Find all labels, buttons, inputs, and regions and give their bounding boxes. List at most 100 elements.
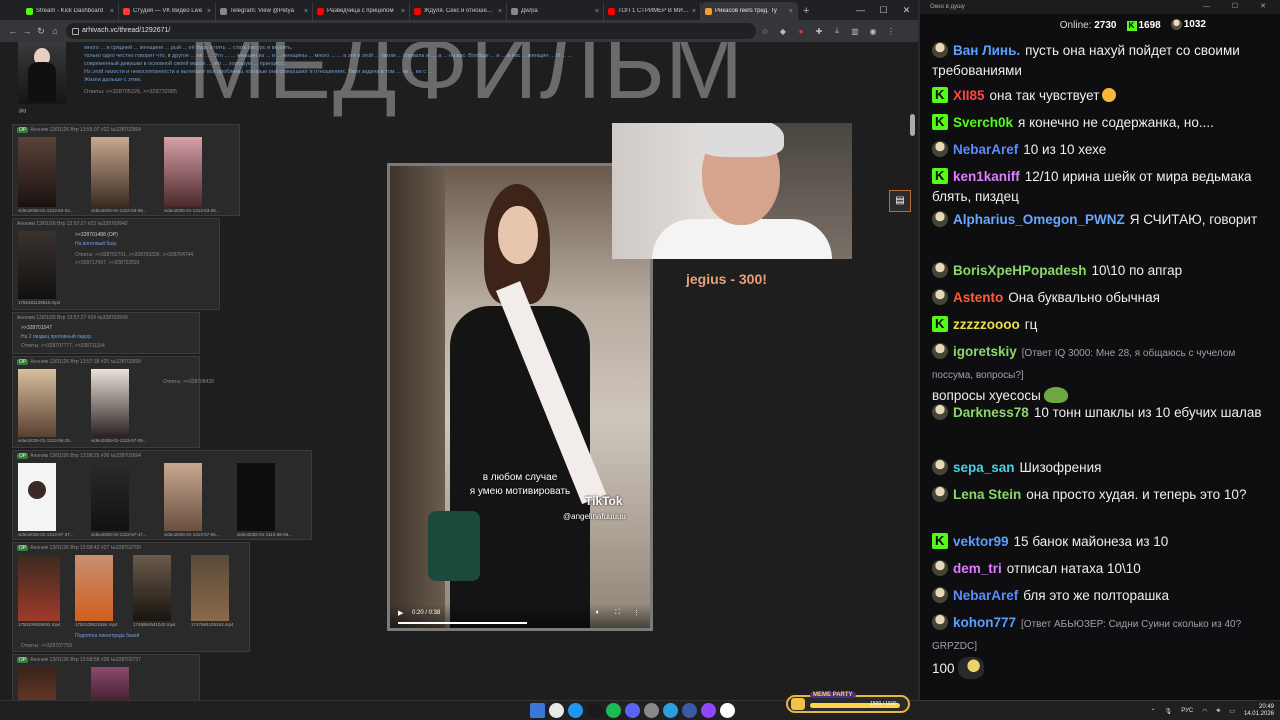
close-button[interactable]: ✕ — [895, 0, 918, 20]
maximize-button[interactable]: ☐ — [872, 0, 895, 20]
browser-tab[interactable]: Ждуля. Секс и отношения × — [410, 2, 507, 20]
file-name[interactable]: video2026-01-1313-57-47... — [91, 532, 147, 537]
tab-close-icon[interactable]: × — [595, 8, 599, 15]
post-quote-link[interactable]: >>328701547 — [21, 325, 52, 331]
taskbar-app-icon[interactable] — [587, 703, 602, 718]
post-quote-link[interactable]: >>328701488 (OP) — [75, 232, 118, 238]
file-name[interactable]: video2026-01-1313-53-08... — [91, 208, 147, 213]
chat-username[interactable]: Astento — [953, 290, 1003, 305]
post-replies[interactable]: Ответы: >>328707759 — [21, 643, 72, 649]
chat-username[interactable]: NebarAref — [953, 142, 1018, 157]
video-thumbnail[interactable]: video2026-01-1313-53-08... — [91, 137, 147, 213]
play-icon[interactable]: ▶ — [398, 609, 403, 617]
video-thumbnail[interactable]: video2026-01-1313-56-25... — [18, 369, 74, 443]
file-name[interactable]: 1750109521884.mp4 — [75, 622, 118, 627]
tab-close-icon[interactable]: × — [401, 8, 405, 15]
volume-icon[interactable]: 🔈︎ — [596, 609, 600, 617]
start-button-icon[interactable] — [530, 703, 545, 718]
chat-username[interactable]: dem_tri — [953, 561, 1002, 576]
file-name[interactable]: video2026-01-1313-53-26... — [164, 208, 220, 213]
browser-tab[interactable]: Студия — VK Видео Live × — [119, 2, 216, 20]
tray-chevron-icon[interactable]: ⌃ — [1151, 708, 1156, 715]
video-thumbnail[interactable]: 1750109521884.mp4 — [75, 555, 118, 627]
fullscreen-icon[interactable]: ⛶ — [615, 609, 620, 617]
menu-icon[interactable]: ⋮ — [882, 27, 900, 36]
chat-username[interactable]: BorisXpeHPopadesh — [953, 263, 1087, 278]
video-thumbnail[interactable]: video2026-01-1313-57-55... — [164, 463, 220, 537]
chat-username[interactable]: NebarAref — [953, 588, 1018, 603]
extension-icon[interactable]: ◆ — [774, 27, 792, 36]
video-thumbnail[interactable]: video2026-01-1113-58-08... — [237, 463, 292, 537]
language-indicator[interactable]: РУС — [1181, 708, 1193, 714]
taskbar-app-icon[interactable] — [720, 703, 735, 718]
sidebar-icon[interactable]: ▥ — [846, 27, 864, 36]
browser-tab[interactable]: Разведчица с прицепом × — [313, 2, 410, 20]
post-image[interactable] — [18, 42, 66, 104]
new-tab-button[interactable]: + — [803, 2, 809, 20]
video-thumbnail[interactable]: video2026-01-1313-53-26... — [164, 137, 220, 213]
video-thumbnail[interactable]: 1747684105163.mp4 — [191, 555, 234, 627]
back-icon[interactable]: ← — [6, 26, 20, 36]
video-thumbnail[interactable]: video2026-01-1313-57-37... — [18, 463, 74, 537]
chat-username[interactable]: XII85 — [953, 88, 985, 103]
browser-tab[interactable]: Stream - Kick Dashboard × — [22, 2, 119, 20]
mic-icon[interactable]: 🎙︎ — [1165, 708, 1173, 715]
chat-username[interactable]: Alpharius_Omegon_PWNZ — [953, 212, 1125, 227]
reload-icon[interactable]: ↻ — [34, 26, 48, 37]
file-name[interactable]: video2026-01-1313-56-25... — [18, 438, 74, 443]
speaker-icon[interactable]: 🔊︎ — [1217, 708, 1221, 715]
tab-close-icon[interactable]: × — [207, 8, 211, 15]
browser-tab[interactable]: Telegram: View @Petya × — [216, 2, 313, 20]
file-name[interactable]: 1748864541042.mp4 — [133, 622, 176, 627]
profile-icon[interactable]: ◉ — [864, 27, 882, 36]
chat-username[interactable]: Darkness78 — [953, 405, 1029, 420]
wifi-icon[interactable]: ◠ — [1202, 708, 1207, 715]
post-replies[interactable]: Ответы: >>328708439 — [163, 379, 214, 385]
address-bar[interactable]: arhivach.vc/thread/1292671/ — [66, 23, 756, 39]
video-thumbnail[interactable]: 1750109529452.mp4 — [18, 555, 61, 627]
video-thumbnail[interactable] — [91, 667, 129, 700]
chat-username[interactable]: sepa_san — [953, 460, 1015, 475]
more-options-icon[interactable]: ⋮ — [633, 609, 640, 617]
chat-username[interactable]: vektor99 — [953, 534, 1009, 549]
tab-close-icon[interactable]: × — [498, 8, 502, 15]
record-icon[interactable]: ● — [792, 27, 810, 36]
post-file-name[interactable]: .jpg — [18, 108, 26, 114]
minimize-button[interactable]: — — [849, 0, 872, 20]
file-name[interactable]: video2026-01-1313-57-55... — [164, 532, 220, 537]
video-thumbnail[interactable]: 1748864541042.mp4 — [133, 555, 176, 627]
chat-username[interactable]: zzzzzoooo — [953, 317, 1020, 332]
taskbar-app-icon[interactable] — [644, 703, 659, 718]
file-name[interactable]: 1766181126910.mp4 — [18, 300, 60, 305]
download-icon[interactable]: ⤓ — [828, 26, 846, 36]
post-replies[interactable]: Ответы: >>328707777, >>328711154 — [21, 343, 105, 349]
tab-close-icon[interactable]: × — [110, 8, 114, 15]
file-name[interactable]: video2026-01-1113-58-08... — [237, 532, 292, 537]
video-progress-bar[interactable] — [398, 622, 528, 624]
file-name[interactable]: 1747684105163.mp4 — [191, 622, 234, 627]
taskbar-app-icon[interactable] — [682, 703, 697, 718]
forward-icon[interactable]: → — [20, 26, 34, 36]
chat-window-controls[interactable]: — ☐ ✕ — [1203, 0, 1276, 14]
file-name[interactable]: video2026-01-1313-53-02... — [18, 208, 74, 213]
chat-username[interactable]: ken1kaniff — [953, 169, 1020, 184]
video-thumbnail[interactable]: video2026-01-1313-57-09... — [91, 369, 147, 443]
taskbar-app-icon[interactable] — [663, 703, 678, 718]
chat-username[interactable]: Ван Линь. — [953, 43, 1020, 58]
tab-close-icon[interactable]: × — [692, 8, 696, 15]
extensions-puzzle-icon[interactable]: ✚ — [810, 27, 828, 36]
chat-username[interactable]: Lena Stein — [953, 487, 1021, 502]
video-thumbnail[interactable]: video2026-01-1313-57-47... — [91, 463, 147, 537]
video-thumbnail[interactable] — [18, 667, 56, 700]
file-name[interactable]: video2026-01-1313-57-37... — [18, 532, 74, 537]
taskbar-app-icon[interactable] — [625, 703, 640, 718]
chat-username[interactable]: kohon777 — [953, 615, 1016, 630]
file-name[interactable]: video2026-01-1313-57-09... — [91, 438, 147, 443]
video-thumbnail[interactable]: 1766181126910.mp4 — [18, 231, 60, 305]
file-name[interactable]: 1750109529452.mp4 — [18, 622, 61, 627]
clock[interactable]: 20:49 14.01.2026 — [1244, 704, 1274, 718]
browser-tab[interactable]: Рикасов reels тред. Ту × — [701, 2, 798, 20]
taskbar-app-icon[interactable] — [568, 703, 583, 718]
post-replies[interactable]: Ответы: >>328702751, >>328703336, >>3287… — [75, 251, 215, 267]
bookmark-star-icon[interactable]: ☆ — [756, 27, 774, 36]
